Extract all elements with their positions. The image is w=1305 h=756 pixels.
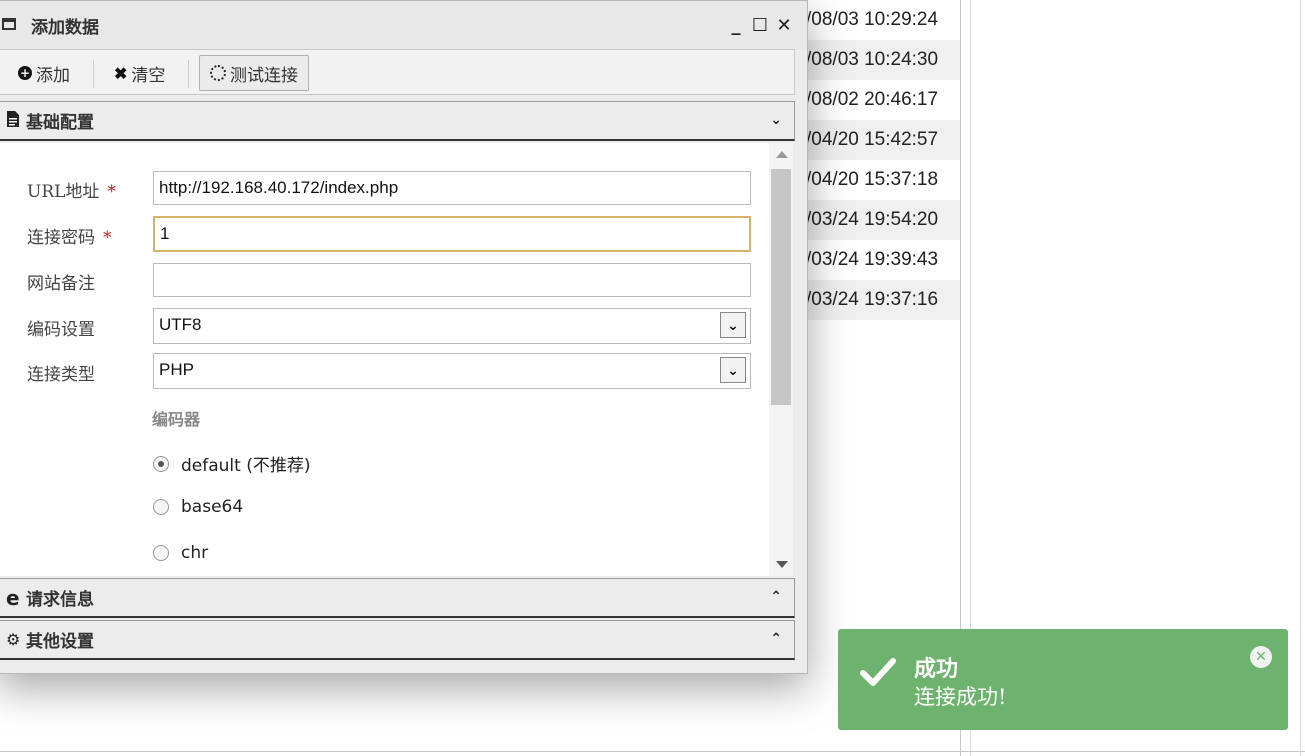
accordion-request-info[interactable]: e 请求信息 ⌃	[0, 578, 795, 618]
encoder-option-default[interactable]: default (不推荐)	[153, 451, 310, 476]
radio-button[interactable]	[153, 455, 169, 472]
encoding-value: UTF8	[159, 315, 202, 334]
basic-config-panel: URL地址* 连接密码* 网站备注 编码设置 UTF8 ⌄ 连接类型 PHP ⌄…	[0, 143, 769, 576]
bottom-border	[0, 751, 1305, 752]
radio-button[interactable]	[153, 499, 169, 515]
list-item[interactable]: /03/24 19:39:43	[800, 240, 960, 280]
note-label: 网站备注	[27, 274, 95, 294]
accordion-label: 其他设置	[26, 632, 94, 652]
list-item[interactable]: /08/03 10:29:24	[800, 0, 960, 40]
list-item[interactable]: /03/24 19:54:20	[800, 200, 960, 240]
password-label: 连接密码 *	[27, 228, 112, 248]
list-item[interactable]: /08/02 20:46:17	[800, 80, 960, 120]
background-timestamp-list: /08/03 10:29:24 /08/03 10:24:30 /08/02 2…	[800, 0, 960, 320]
plus-circle-icon: +	[18, 66, 32, 80]
accordion-other-settings[interactable]: ⚙ 其他设置 ⌃	[0, 620, 795, 660]
scroll-down-icon[interactable]	[776, 561, 788, 568]
window-titlebar[interactable]: 添加数据 _ ☐ ✕	[0, 1, 807, 49]
spinner-icon	[210, 65, 226, 81]
test-connection-label: 测试连接	[230, 65, 298, 86]
add-data-window: 添加数据 _ ☐ ✕ + 添加 ✖ 清空 测试连接 基础配置 ⌄ URL地址 *…	[0, 0, 808, 674]
list-item[interactable]: /04/20 15:37:18	[800, 160, 960, 200]
type-select[interactable]: PHP ⌄	[153, 353, 751, 389]
form-scrollbar[interactable]	[769, 143, 793, 576]
add-button-label: 添加	[36, 65, 70, 86]
toast-title: 成功	[914, 656, 959, 682]
scrollbar-thumb[interactable]	[771, 169, 791, 405]
window-icon	[2, 18, 16, 30]
radio-label: default (不推荐)	[181, 456, 311, 476]
browser-e-icon: e	[6, 585, 20, 610]
list-item[interactable]: /04/20 15:42:57	[800, 120, 960, 160]
accordion-basic-config[interactable]: 基础配置 ⌄	[0, 101, 795, 141]
chevron-up-icon: ⌃	[770, 631, 782, 647]
clear-button-label: 清空	[131, 65, 166, 86]
document-icon	[6, 110, 22, 131]
gears-icon: ⚙	[6, 630, 21, 649]
required-marker: *	[103, 228, 112, 248]
password-field[interactable]	[153, 216, 751, 252]
toolbar-separator	[188, 60, 189, 88]
list-item[interactable]: /08/03 10:24:30	[800, 40, 960, 80]
radio-label: base64	[181, 497, 244, 517]
scroll-up-icon[interactable]	[776, 151, 788, 158]
url-label: URL地址 *	[27, 182, 116, 202]
chevron-down-icon: ⌄	[770, 112, 782, 128]
chevron-up-icon: ⌃	[770, 589, 782, 605]
toast-message: 连接成功!	[914, 685, 1007, 709]
encoder-option-chr[interactable]: chr	[153, 543, 208, 563]
note-field[interactable]	[153, 263, 751, 297]
radio-button[interactable]	[153, 545, 169, 561]
encoder-heading: 编码器	[152, 410, 201, 429]
right-border	[1300, 0, 1301, 756]
list-item[interactable]: /03/24 19:37:16	[800, 280, 960, 320]
url-field[interactable]	[153, 171, 751, 205]
clear-button[interactable]: ✖ 清空	[104, 55, 175, 91]
minimize-button[interactable]: _	[727, 15, 745, 36]
checkmark-icon	[860, 658, 896, 686]
radio-label: chr	[181, 543, 209, 563]
type-label: 连接类型	[27, 365, 95, 385]
success-toast: 成功 连接成功! ✕	[838, 629, 1288, 730]
test-connection-button[interactable]: 测试连接	[199, 55, 309, 91]
accordion-label: 基础配置	[26, 113, 94, 133]
close-icon: ✖	[114, 63, 128, 83]
encoding-label: 编码设置	[27, 320, 95, 340]
encoder-option-base64[interactable]: base64	[153, 497, 243, 517]
add-button[interactable]: + 添加	[8, 55, 80, 91]
maximize-button[interactable]: ☐	[751, 15, 769, 36]
chevron-down-icon[interactable]: ⌄	[720, 312, 746, 338]
type-value: PHP	[159, 360, 194, 379]
toolbar-separator	[93, 60, 94, 88]
encoding-select[interactable]: UTF8 ⌄	[153, 308, 751, 344]
chevron-down-icon[interactable]: ⌄	[720, 357, 746, 383]
window-title: 添加数据	[31, 18, 99, 38]
required-marker: *	[107, 182, 116, 202]
close-button[interactable]: ✕	[775, 15, 793, 36]
accordion-label: 请求信息	[26, 590, 94, 610]
toolbar: + 添加 ✖ 清空 测试连接	[0, 49, 795, 95]
close-icon[interactable]: ✕	[1250, 646, 1272, 668]
